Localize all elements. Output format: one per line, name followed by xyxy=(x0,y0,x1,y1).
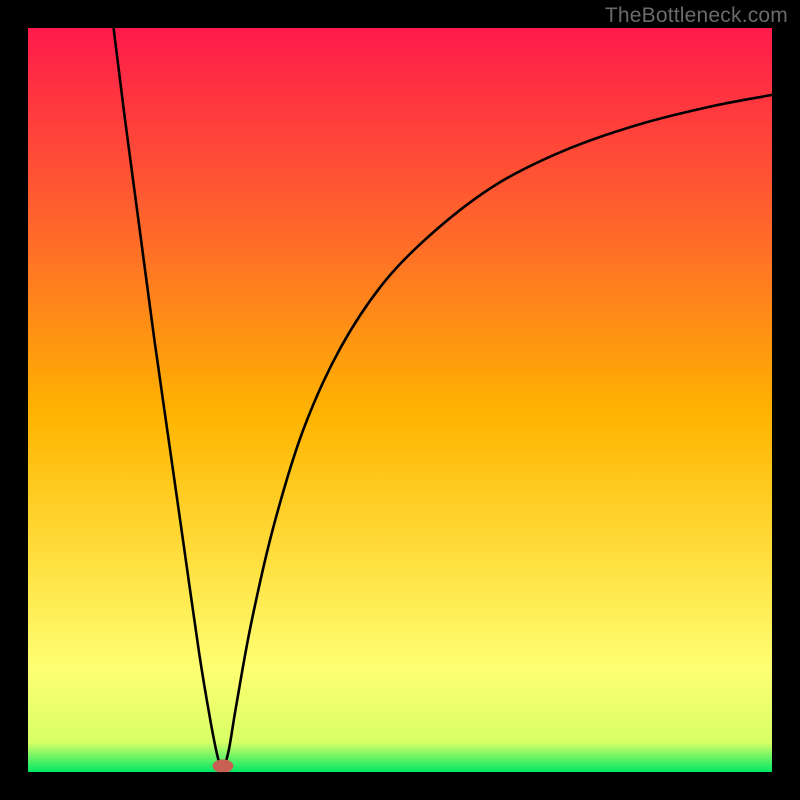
chart-frame xyxy=(28,28,772,772)
gradient-background xyxy=(28,28,772,772)
bottleneck-chart xyxy=(28,28,772,772)
attribution-text: TheBottleneck.com xyxy=(605,4,788,28)
